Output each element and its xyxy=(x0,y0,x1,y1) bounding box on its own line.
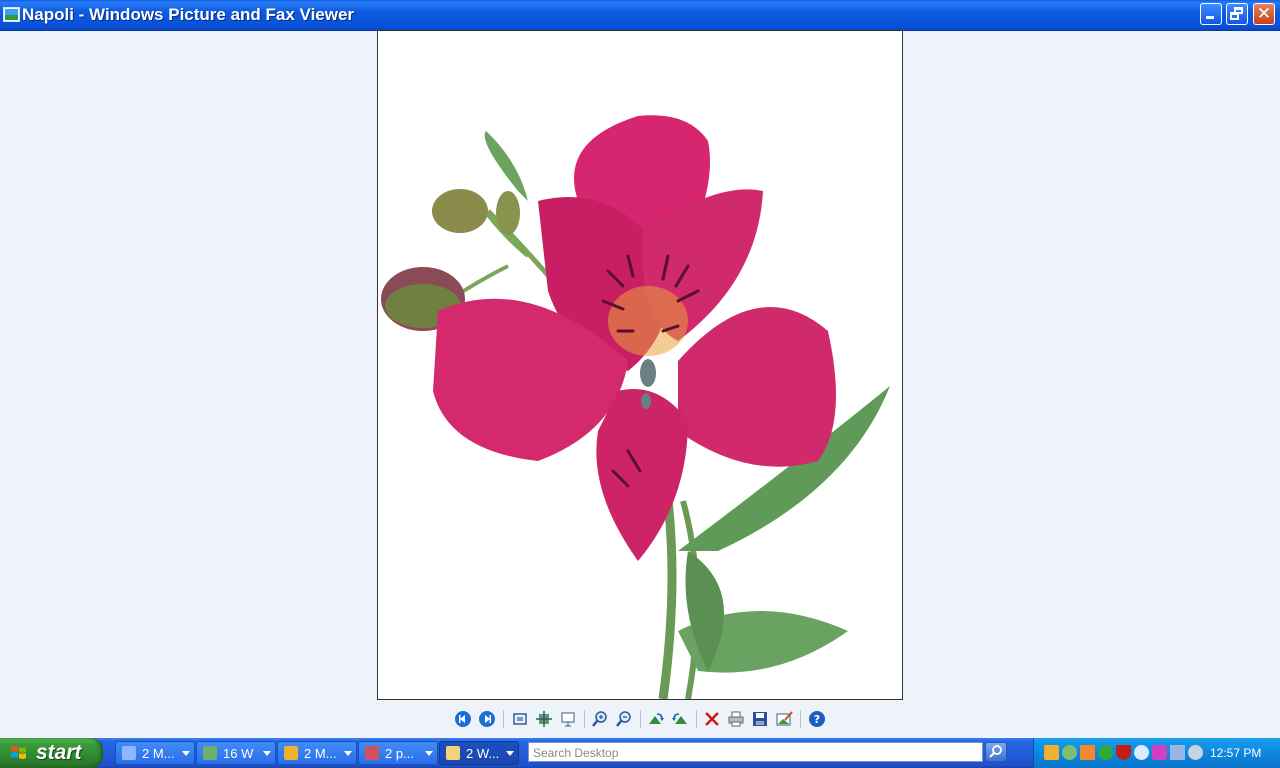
actual-size-button[interactable] xyxy=(535,710,553,728)
previous-image-icon xyxy=(455,711,471,727)
chevron-down-icon xyxy=(182,751,190,756)
print-button[interactable] xyxy=(727,710,745,728)
rotate-counterclockwise-button[interactable] xyxy=(671,710,689,728)
best-fit-button[interactable] xyxy=(511,710,529,728)
picture-viewer-icon xyxy=(365,746,379,760)
zoom-in-icon xyxy=(592,711,607,727)
toolbar-separator xyxy=(503,710,504,728)
slide-show-icon xyxy=(561,712,575,727)
folder-icon xyxy=(446,746,460,760)
desktop-search-button[interactable] xyxy=(985,742,1007,762)
rotate-clockwise-button[interactable] xyxy=(647,710,665,728)
clock[interactable]: 12:57 PM xyxy=(1210,746,1261,760)
desktop-search-box xyxy=(528,742,983,762)
print-icon xyxy=(728,711,744,727)
image-display-area[interactable] xyxy=(377,30,903,700)
desktop-search-input[interactable] xyxy=(533,745,973,761)
close-button[interactable]: ✕ xyxy=(1253,3,1275,25)
rotate-clockwise-icon xyxy=(649,713,664,724)
delete-button[interactable] xyxy=(703,710,721,728)
help-icon: ? xyxy=(809,711,825,727)
search-icon xyxy=(989,745,1002,758)
refresh-icon[interactable] xyxy=(1098,745,1113,760)
volume-icon[interactable] xyxy=(1188,745,1203,760)
flower-image xyxy=(381,115,890,699)
chevron-down-icon xyxy=(263,751,271,756)
outlook-icon xyxy=(284,746,298,760)
zoom-out-button[interactable] xyxy=(615,710,633,728)
best-fit-icon xyxy=(513,713,527,725)
outlook-icon[interactable] xyxy=(1044,745,1059,760)
taskbar-button-explorer[interactable]: 2 W... xyxy=(439,741,519,765)
copy-to-button[interactable] xyxy=(751,710,769,728)
viewer-toolbar: ? xyxy=(0,708,1280,732)
save-icon xyxy=(753,712,767,726)
toolbar-separator xyxy=(800,710,801,728)
edit-image-icon xyxy=(776,711,793,726)
calendar-icon[interactable] xyxy=(1080,745,1095,760)
next-image-icon xyxy=(479,711,495,727)
taskbar-button-search[interactable]: 2 M... xyxy=(115,741,195,765)
taskbar-button-outlook[interactable]: 2 M... xyxy=(277,741,357,765)
close-icon: ✕ xyxy=(1256,4,1272,24)
restore-button[interactable] xyxy=(1226,3,1248,25)
chevron-down-icon xyxy=(344,751,352,756)
chevron-down-icon xyxy=(506,751,514,756)
next-image-button[interactable] xyxy=(478,710,496,728)
picture-viewer-icon xyxy=(3,7,20,22)
window-title: Napoli - Windows Picture and Fax Viewer xyxy=(22,5,355,24)
taskbar-button-picture-viewer[interactable]: 2 p... xyxy=(358,741,438,765)
photo-icon xyxy=(203,746,217,760)
taskbar-button-photos[interactable]: 16 W xyxy=(196,741,276,765)
taskbar: start 2 M... 16 W 2 M... 2 p... 2 W... S… xyxy=(0,738,1280,768)
title-bar[interactable]: Napoli - Windows Picture and Fax Viewer … xyxy=(0,0,1280,31)
previous-image-button[interactable] xyxy=(454,710,472,728)
help-button[interactable]: ? xyxy=(808,710,826,728)
zoom-out-icon xyxy=(616,711,631,727)
chevron-down-icon xyxy=(425,751,433,756)
zoom-in-button[interactable] xyxy=(591,710,609,728)
edit-button[interactable] xyxy=(775,710,793,728)
minimize-button[interactable] xyxy=(1200,3,1222,25)
windows-flag-icon xyxy=(11,746,26,759)
search-icon[interactable] xyxy=(1134,745,1149,760)
toolbar-separator xyxy=(696,710,697,728)
rotate-counterclockwise-icon xyxy=(672,713,687,724)
actual-size-icon xyxy=(536,711,552,727)
minimize-icon xyxy=(1206,16,1214,19)
delete-icon xyxy=(705,712,719,726)
antivirus-shield-icon[interactable] xyxy=(1116,745,1131,760)
slide-show-button[interactable] xyxy=(559,710,577,728)
toolbar-separator xyxy=(640,710,641,728)
toolbar-separator xyxy=(584,710,585,728)
search-window-icon xyxy=(122,746,136,760)
network-icon[interactable] xyxy=(1170,745,1185,760)
messenger-icon[interactable] xyxy=(1152,745,1167,760)
svg-text:?: ? xyxy=(814,713,820,726)
start-label: start xyxy=(36,741,82,764)
network-user-icon[interactable] xyxy=(1062,745,1077,760)
start-button[interactable]: start xyxy=(0,738,103,768)
